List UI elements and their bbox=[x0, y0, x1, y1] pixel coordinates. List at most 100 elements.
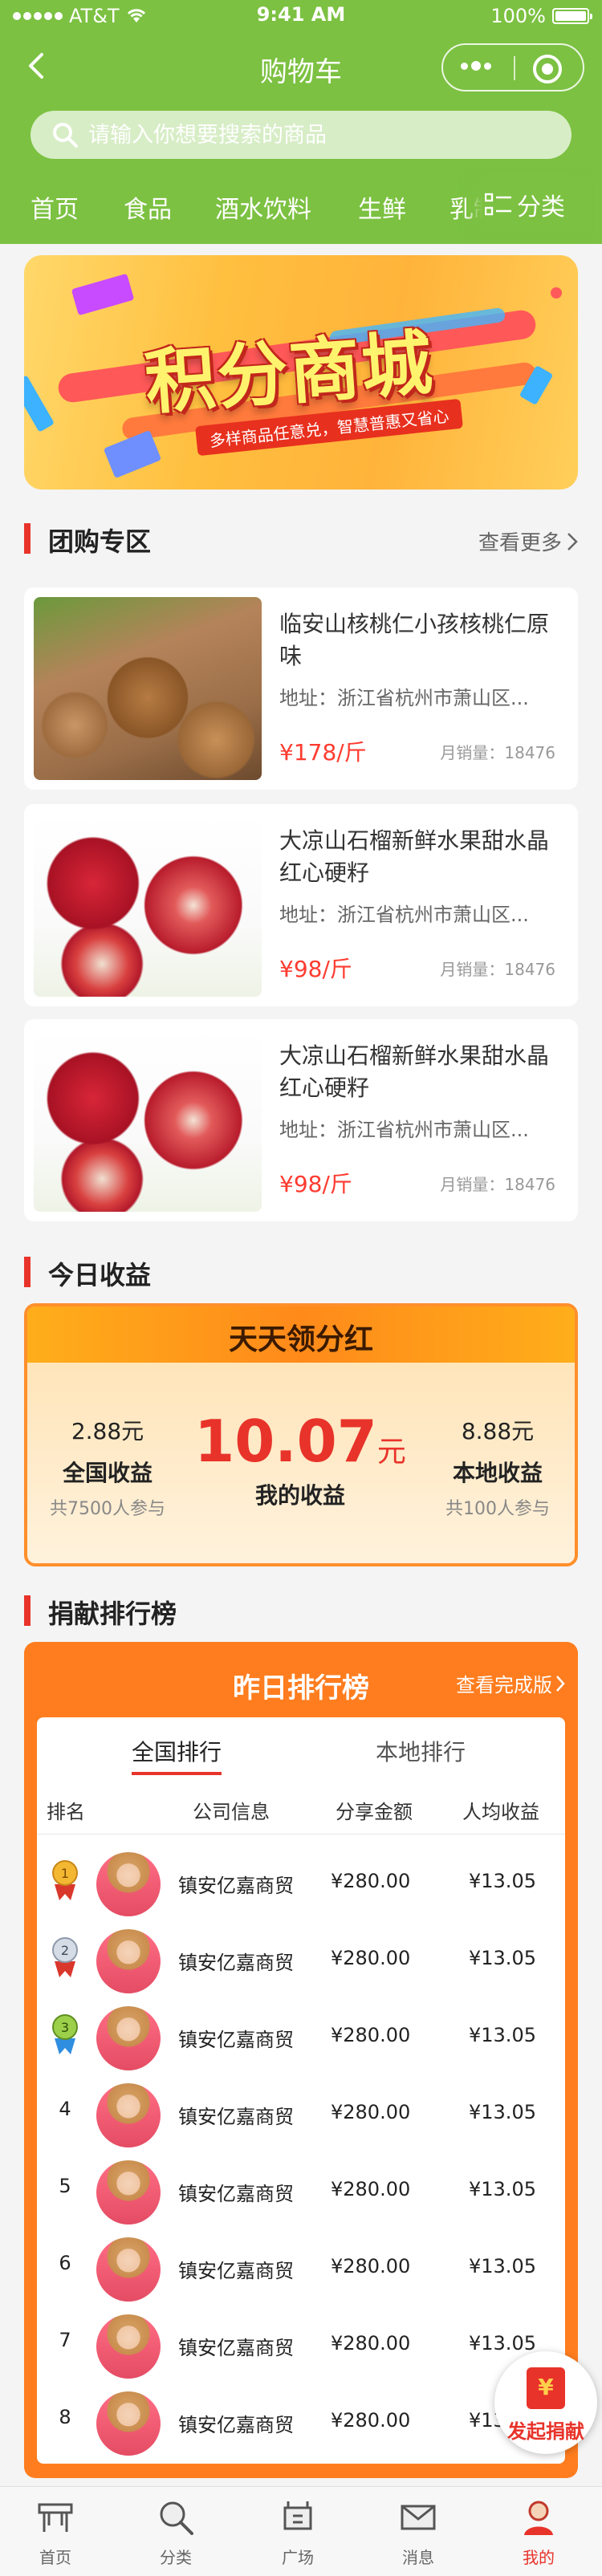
ranking-full-link[interactable]: 查看完成版 bbox=[456, 1669, 565, 1697]
share-amount: ¥280.00 bbox=[331, 2101, 411, 2123]
per-capita-earnings: ¥13.05 bbox=[469, 2101, 536, 2123]
more-label: 查看更多 bbox=[478, 531, 562, 555]
tab-home[interactable]: 首页 bbox=[11, 2497, 100, 2568]
donate-button[interactable]: 发起捐献 bbox=[494, 2351, 597, 2454]
tab-national-ranking[interactable]: 全国排行 bbox=[132, 1735, 222, 1775]
search-icon bbox=[53, 123, 78, 148]
per-capita-earnings: ¥13.05 bbox=[469, 1947, 536, 1969]
ranking-title: 捐献排行榜 bbox=[48, 1599, 177, 1629]
banner-decoration bbox=[71, 273, 135, 316]
category-home[interactable]: 首页 bbox=[31, 189, 79, 225]
earnings-card: 天天领分红 2.88元 全国收益 共7500人参与 10.07元 我的收益 8.… bbox=[24, 1303, 578, 1566]
share-amount: ¥280.00 bbox=[331, 1870, 411, 1892]
category-food[interactable]: 食品 bbox=[124, 189, 172, 225]
product-address: 地址：浙江省杭州市萧山区... bbox=[279, 904, 529, 926]
company-avatar bbox=[96, 2160, 161, 2225]
product-sales: 月销量：18476 bbox=[440, 960, 555, 979]
group-buy-more-link[interactable]: 查看更多 bbox=[478, 526, 578, 556]
close-target-icon[interactable] bbox=[533, 55, 562, 83]
company-avatar bbox=[96, 2391, 161, 2456]
product-image-pomegranate bbox=[34, 814, 262, 997]
product-price: ¥98/斤 bbox=[279, 956, 352, 982]
company-name: 镇安亿嘉商贸 bbox=[178, 2029, 294, 2051]
group-buy-title: 团购专区 bbox=[48, 526, 152, 557]
tab-label: 广场 bbox=[282, 2548, 314, 2567]
product-address: 地址：浙江省杭州市萧山区... bbox=[279, 687, 529, 709]
local-earnings: 8.88元 本地收益 共100人参与 bbox=[417, 1414, 575, 1520]
bottom-tab-bar: 首页 分类 广场 消息 我的 bbox=[0, 2486, 602, 2576]
product-card[interactable]: 大凉山石榴新鲜水果甜水晶红心硬籽 地址：浙江省杭州市萧山区... ¥98/斤 月… bbox=[24, 1019, 578, 1221]
rank-number: 7 bbox=[59, 2329, 71, 2351]
points-mall-banner[interactable]: 积分商城 多样商品任意兑，智慧普惠又省心 bbox=[24, 255, 578, 490]
per-capita-earnings: ¥13.05 bbox=[469, 1870, 536, 1892]
company-name: 镇安亿嘉商贸 bbox=[178, 2414, 294, 2436]
company-name: 镇安亿嘉商贸 bbox=[178, 2106, 294, 2128]
product-card[interactable]: 临安山核桃仁小孩核桃仁原味 地址：浙江省杭州市萧山区... ¥178/斤 月销量… bbox=[24, 587, 578, 790]
message-icon bbox=[401, 2505, 436, 2530]
company-avatar bbox=[96, 1852, 161, 1916]
ranking-row[interactable]: 2 镇安亿嘉商贸 ¥280.00 ¥13.05 bbox=[37, 1920, 565, 1997]
company-name: 镇安亿嘉商贸 bbox=[178, 1875, 294, 1897]
category-fresh[interactable]: 生鲜 bbox=[358, 189, 406, 225]
battery-percent: 100% bbox=[490, 5, 546, 27]
product-card[interactable]: 大凉山石榴新鲜水果甜水晶红心硬籽 地址：浙江省杭州市萧山区... ¥98/斤 月… bbox=[24, 804, 578, 1006]
ranking-row[interactable]: 7 镇安亿嘉商贸 ¥280.00 ¥13.05 bbox=[37, 2305, 565, 2382]
tab-square[interactable]: 广场 bbox=[254, 2497, 342, 2568]
rank-number: 4 bbox=[59, 2098, 71, 2120]
product-name: 大凉山石榴新鲜水果甜水晶红心硬籽 bbox=[279, 827, 550, 886]
svg-text:2: 2 bbox=[61, 1943, 69, 1958]
magnifier-icon bbox=[160, 2501, 193, 2535]
section-marker bbox=[24, 1595, 31, 1626]
col-company: 公司信息 bbox=[193, 1801, 270, 1823]
my-earnings-value: 10.07 bbox=[194, 1408, 377, 1475]
ranking-panel: 全国排行 本地排行 排名 公司信息 分享金额 人均收益 1 镇安亿嘉商贸 ¥28… bbox=[37, 1717, 565, 2464]
per-capita-earnings: ¥13.05 bbox=[469, 2255, 536, 2277]
product-name: 临安山核桃仁小孩核桃仁原味 bbox=[279, 611, 550, 669]
local-earnings-label: 本地收益 bbox=[452, 1460, 543, 1486]
status-bar: AT&T 9:41 AM 100% bbox=[0, 0, 602, 32]
product-image-walnut bbox=[34, 597, 262, 780]
product-name: 大凉山石榴新鲜水果甜水晶红心硬籽 bbox=[279, 1042, 550, 1101]
nav-bar: 购物车 bbox=[0, 32, 602, 101]
tab-category[interactable]: 分类 bbox=[132, 2497, 220, 2568]
my-earnings-unit: 元 bbox=[376, 1436, 406, 1469]
svg-text:3: 3 bbox=[61, 2020, 69, 2035]
tab-label: 消息 bbox=[402, 2548, 434, 2567]
earnings-title: 今日收益 bbox=[48, 1260, 152, 1290]
per-capita-earnings: ¥13.05 bbox=[469, 2024, 536, 2046]
search-input[interactable] bbox=[88, 122, 538, 148]
ranking-row[interactable]: 5 镇安亿嘉商贸 ¥280.00 ¥13.05 bbox=[37, 2151, 565, 2228]
per-capita-earnings: ¥13.05 bbox=[469, 2332, 536, 2355]
capsule-divider bbox=[514, 56, 515, 80]
my-earnings: 10.07元 我的收益 bbox=[180, 1408, 421, 1510]
search-box[interactable] bbox=[31, 111, 571, 159]
company-name: 镇安亿嘉商贸 bbox=[178, 1952, 294, 1974]
bronze-medal-icon: 3 bbox=[52, 2014, 78, 2054]
category-drinks[interactable]: 酒水饮料 bbox=[215, 189, 311, 225]
ranking-row[interactable]: 1 镇安亿嘉商贸 ¥280.00 ¥13.05 bbox=[37, 1843, 565, 1920]
tab-local-ranking[interactable]: 本地排行 bbox=[376, 1735, 466, 1767]
svg-text:1: 1 bbox=[61, 1866, 69, 1881]
more-dots-icon[interactable] bbox=[461, 61, 491, 71]
col-per-capita: 人均收益 bbox=[462, 1801, 539, 1823]
share-amount: ¥280.00 bbox=[331, 2409, 411, 2432]
product-image-pomegranate bbox=[34, 1029, 262, 1212]
battery-icon bbox=[552, 8, 592, 24]
national-earnings-label: 全国收益 bbox=[62, 1460, 153, 1486]
mini-program-capsule bbox=[441, 43, 584, 91]
section-marker bbox=[24, 1257, 31, 1287]
chevron-right-icon bbox=[567, 532, 578, 551]
share-amount: ¥280.00 bbox=[331, 1947, 411, 1969]
ranking-row[interactable]: 3 镇安亿嘉商贸 ¥280.00 ¥13.05 bbox=[37, 1997, 565, 2074]
ranking-row[interactable]: 4 镇安亿嘉商贸 ¥280.00 ¥13.05 bbox=[37, 2074, 565, 2151]
tab-profile[interactable]: 我的 bbox=[494, 2497, 583, 2568]
company-name: 镇安亿嘉商贸 bbox=[178, 2337, 294, 2359]
tab-messages[interactable]: 消息 bbox=[374, 2497, 462, 2568]
home-icon bbox=[38, 2503, 73, 2532]
banner-decoration bbox=[24, 375, 55, 433]
share-amount: ¥280.00 bbox=[331, 2024, 411, 2046]
ranking-row[interactable]: 8 镇安亿嘉商贸 ¥280.00 ¥13.05 bbox=[37, 2382, 565, 2459]
ranking-row[interactable]: 6 镇安亿嘉商贸 ¥280.00 ¥13.05 bbox=[37, 2228, 565, 2305]
category-all-button[interactable]: 分类 bbox=[485, 178, 591, 231]
national-earnings-value: 2.88元 bbox=[71, 1418, 144, 1444]
